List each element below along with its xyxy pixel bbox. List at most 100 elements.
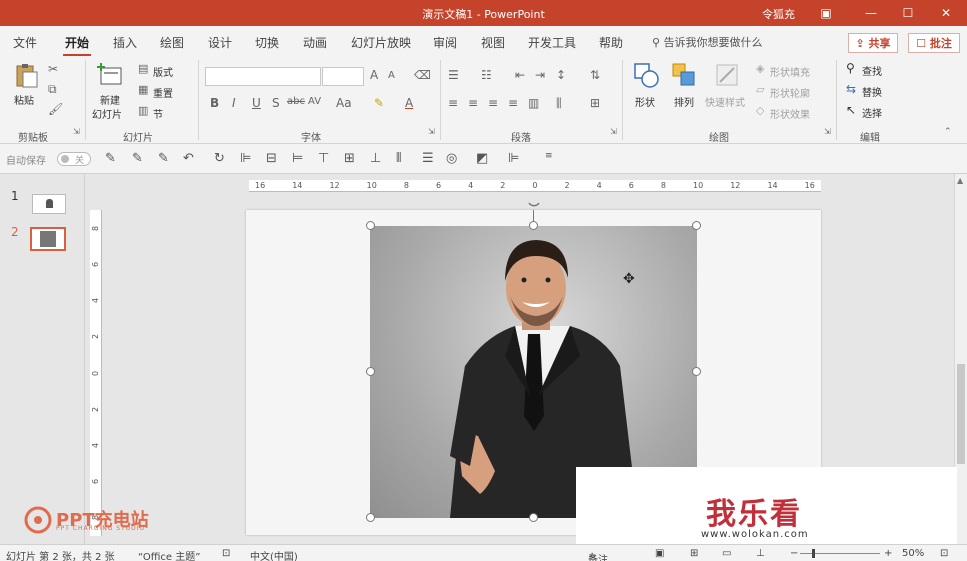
shape-fill-quick-icon[interactable]: ◩ — [476, 151, 488, 166]
share-button[interactable]: ⇪ 共享 — [848, 33, 898, 53]
align-center-icon[interactable]: ≡ — [468, 96, 478, 110]
pencil-icon[interactable]: ✎ — [132, 151, 143, 166]
shapes-icon[interactable] — [633, 62, 659, 88]
grow-font-icon[interactable]: A — [370, 68, 378, 82]
paste-icon[interactable] — [14, 62, 40, 88]
line-spacing-icon[interactable]: ↕ — [556, 68, 566, 82]
layout-button[interactable]: 版式 — [153, 64, 173, 79]
find-button[interactable]: 查找 — [862, 63, 882, 78]
collapse-ribbon-icon[interactable]: ⌃ — [944, 127, 952, 137]
ribbon-display-icon[interactable]: ▣ — [808, 0, 844, 26]
slide-thumbnail-1[interactable] — [32, 194, 66, 214]
increase-indent-icon[interactable]: ⇥ — [535, 68, 545, 82]
tab-review[interactable]: 审阅 — [433, 34, 457, 51]
distribute-horizontal-icon[interactable]: ⫴ — [396, 151, 401, 166]
tab-draw[interactable]: 绘图 — [160, 34, 184, 51]
align-right-icon[interactable]: ≡ — [488, 96, 498, 110]
numbering-icon[interactable]: ☷ — [481, 68, 492, 82]
shadow-button[interactable]: S — [272, 96, 280, 110]
accessibility-icon[interactable]: ⊡ — [222, 548, 230, 559]
shape-effects-button[interactable]: 形状效果 — [770, 106, 810, 121]
section-button[interactable]: 节 — [153, 106, 163, 121]
font-launcher-icon[interactable]: ⇲ — [428, 127, 435, 136]
new-slide-icon[interactable] — [97, 62, 123, 88]
rotate-handle-icon[interactable] — [526, 198, 542, 214]
decrease-indent-icon[interactable]: ⇤ — [515, 68, 525, 82]
maximize-icon[interactable]: ☐ — [890, 0, 926, 26]
quick-styles-icon[interactable] — [714, 62, 740, 88]
select-button[interactable]: 选择 — [862, 105, 882, 120]
shape-fill-button[interactable]: 形状填充 — [770, 64, 810, 79]
redo-icon[interactable]: ↻ — [214, 151, 225, 166]
font-color-button[interactable]: A — [405, 96, 413, 110]
slide-sorter-icon[interactable]: ⊞ — [690, 548, 698, 559]
user-name[interactable]: 令狐充 — [762, 6, 795, 22]
arrange-icon[interactable] — [671, 62, 697, 88]
tab-animations[interactable]: 动画 — [303, 34, 327, 51]
align-center-objects-icon[interactable]: ⊟ — [266, 151, 277, 166]
tab-slideshow[interactable]: 幻灯片放映 — [351, 34, 411, 51]
tab-insert[interactable]: 插入 — [113, 34, 137, 51]
align-top-icon[interactable]: ⊤ — [318, 151, 329, 166]
paragraph-launcher-icon[interactable]: ⇲ — [610, 127, 617, 136]
tab-transitions[interactable]: 切换 — [255, 34, 279, 51]
pen-icon[interactable]: ✎ — [105, 151, 116, 166]
bullets-icon[interactable]: ☰ — [448, 68, 459, 82]
tell-me-box[interactable]: ⚲ 告诉我你想要做什么 — [652, 34, 763, 50]
slide-thumbnail-2[interactable] — [30, 227, 66, 251]
columns-icon[interactable]: ⫼ — [556, 96, 562, 111]
tab-view[interactable]: 视图 — [481, 34, 505, 51]
shape-outline-button[interactable]: 形状轮廓 — [770, 85, 810, 100]
paste-label[interactable]: 粘贴 — [14, 92, 34, 107]
horizontal-ruler[interactable]: 16 14 12 10 8 6 4 2 0 2 4 6 8 10 12 14 16 — [249, 180, 821, 192]
font-size-select[interactable] — [322, 67, 364, 86]
merge-shapes-icon[interactable]: ◎ — [446, 151, 457, 166]
replace-button[interactable]: 替换 — [862, 84, 882, 99]
format-painter-icon[interactable]: 🖌 — [48, 102, 63, 116]
resize-handle-top-right[interactable] — [692, 221, 701, 230]
customize-qat-icon[interactable]: ≡ — [545, 151, 553, 161]
zoom-out-icon[interactable]: − — [790, 548, 798, 559]
drawing-launcher-icon[interactable]: ⇲ — [824, 127, 831, 136]
language-status[interactable]: 中文(中国) — [250, 548, 298, 561]
align-right-objects-icon[interactable]: ⊨ — [292, 151, 303, 166]
distributed-icon[interactable]: ▥ — [528, 96, 539, 110]
zoom-in-icon[interactable]: + — [884, 548, 892, 559]
fit-to-window-icon[interactable]: ⊡ — [940, 548, 948, 559]
resize-handle-bottom-left[interactable] — [366, 513, 375, 522]
resize-handle-top-left[interactable] — [366, 221, 375, 230]
comment-button[interactable]: ☐ 批注 — [908, 33, 960, 53]
arrange-label[interactable]: 排列 — [674, 94, 694, 109]
scroll-thumb[interactable] — [957, 364, 965, 464]
resize-handle-left[interactable] — [366, 367, 375, 376]
vertical-ruler[interactable]: 864202468 — [90, 210, 102, 536]
scroll-up-icon[interactable]: ▲ — [957, 176, 963, 185]
smartart-icon[interactable]: ⊞ — [590, 96, 600, 110]
underline-button[interactable]: U — [252, 96, 261, 110]
align-quick-icon[interactable]: ⊫ — [508, 151, 519, 166]
reading-view-icon[interactable]: ▭ — [722, 548, 731, 559]
zoom-slider[interactable] — [800, 549, 880, 558]
justify-icon[interactable]: ≡ — [508, 96, 518, 110]
resize-handle-right[interactable] — [692, 367, 701, 376]
cut-icon[interactable]: ✂ — [48, 62, 58, 76]
reset-button[interactable]: 重置 — [153, 85, 173, 100]
close-icon[interactable]: ✕ — [928, 0, 964, 26]
undo-icon[interactable]: ↶ — [183, 151, 194, 166]
highlighter-icon[interactable]: ✎ — [158, 151, 169, 166]
zoom-slider-thumb[interactable] — [812, 549, 815, 558]
clipboard-launcher-icon[interactable]: ⇲ — [73, 127, 80, 136]
italic-button[interactable]: I — [232, 96, 236, 110]
align-bottom-icon[interactable]: ⊥ — [370, 151, 381, 166]
minimize-icon[interactable]: — — [853, 0, 889, 26]
tab-help[interactable]: 帮助 — [599, 34, 623, 51]
align-middle-icon[interactable]: ⊞ — [344, 151, 355, 166]
highlight-icon[interactable]: ✎ — [374, 96, 384, 110]
new-slide-label-2[interactable]: 幻灯片 — [92, 106, 122, 121]
change-case-button[interactable]: Aa — [336, 96, 352, 110]
tab-developer[interactable]: 开发工具 — [528, 34, 576, 51]
clear-format-icon[interactable]: ⌫ — [414, 68, 431, 82]
strikethrough-button[interactable]: abc — [287, 96, 305, 107]
quick-styles-label[interactable]: 快速样式 — [705, 94, 745, 109]
normal-view-icon[interactable]: ▣ — [655, 548, 664, 559]
